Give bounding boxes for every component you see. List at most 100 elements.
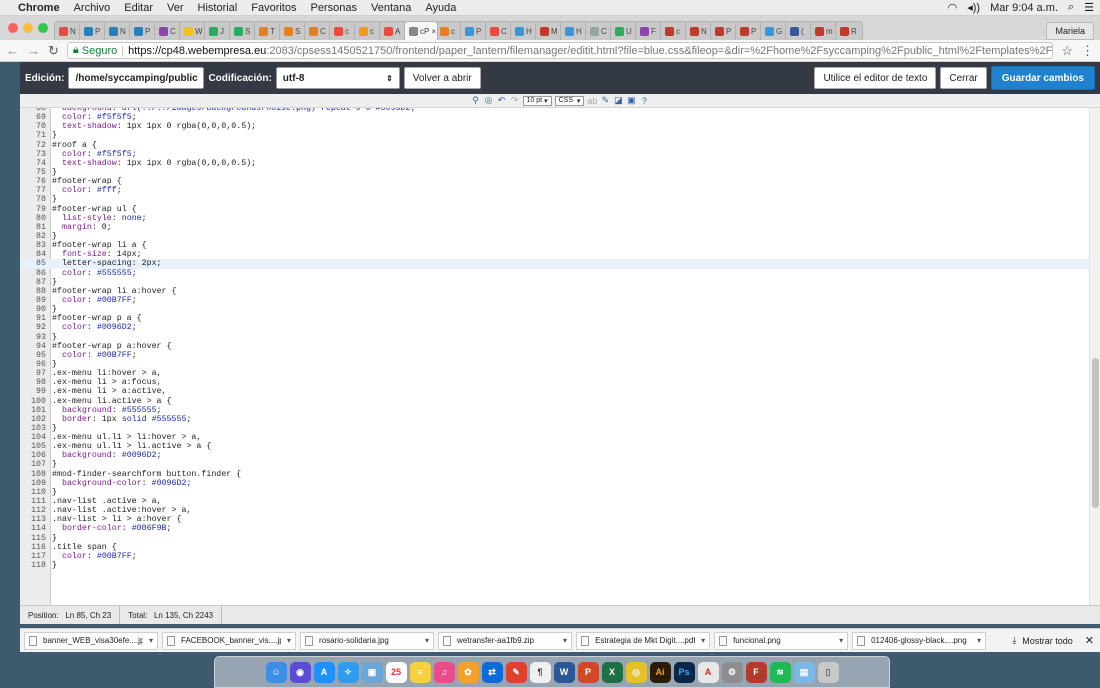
browser-tab[interactable]: N (685, 21, 713, 40)
filezilla-icon[interactable]: F (745, 661, 767, 683)
download-menu-chevron-icon[interactable]: ▾ (149, 636, 153, 645)
download-item[interactable]: rosario-solidaria.jpg ▾ (300, 631, 435, 650)
menu-item-ver[interactable]: Ver (167, 2, 184, 14)
download-menu-chevron-icon[interactable]: ▾ (563, 636, 567, 645)
browser-tab[interactable]: C (304, 21, 332, 40)
browser-tab[interactable]: cP × (404, 21, 438, 40)
browser-tab[interactable]: c (329, 21, 357, 40)
photos-icon[interactable]: ✿ (457, 661, 479, 683)
paint-icon[interactable]: ✎ (505, 661, 527, 683)
address-bar[interactable]: 🔒︎ Seguro | https://cp48.webempresa.eu :… (66, 42, 1054, 59)
scroll-thumb[interactable] (1092, 358, 1099, 508)
highlight-icon[interactable]: ab (587, 96, 597, 106)
minimize-window-button[interactable] (23, 23, 33, 33)
help-icon[interactable]: ? (639, 96, 649, 106)
browser-tab[interactable]: N (54, 21, 82, 40)
find-icon[interactable]: ⚲ (471, 95, 481, 106)
browser-tab[interactable]: A (379, 21, 407, 40)
download-item[interactable]: Estrategia de Mkt Digit....pdf ▾ (576, 631, 711, 650)
menu-item-editar[interactable]: Editar (124, 2, 153, 14)
teamviewer-icon[interactable]: ⇄ (481, 661, 503, 683)
menu-item-historial[interactable]: Historial (198, 2, 238, 14)
save-changes-button[interactable]: Guardar cambios (990, 66, 1095, 90)
download-item[interactable]: 012406-glossy-black....png ▾ (852, 631, 987, 650)
browser-tab[interactable]: c (435, 21, 463, 40)
excel-icon[interactable]: X (601, 661, 623, 683)
back-arrow-icon[interactable]: ← (6, 43, 19, 58)
browser-tab[interactable]: N (104, 21, 132, 40)
browser-tab[interactable]: P (710, 21, 738, 40)
browser-tab[interactable]: c (660, 21, 688, 40)
download-menu-chevron-icon[interactable]: ▾ (287, 636, 291, 645)
finder-icon[interactable]: ☺ (265, 661, 287, 683)
browser-tab[interactable]: J (204, 21, 232, 40)
download-menu-chevron-icon[interactable]: ▾ (425, 636, 429, 645)
font-size-select[interactable]: 10 pt ▾ (522, 95, 552, 106)
download-item[interactable]: banner_WEB_visa30efe....jpg ▾ (24, 631, 159, 650)
browser-tab[interactable]: U (610, 21, 638, 40)
download-menu-chevron-icon[interactable]: ▾ (977, 636, 981, 645)
chrome-menu-icon[interactable]: ⋮ (1081, 43, 1094, 59)
encoding-select[interactable]: utf-8 ⇕ (275, 67, 400, 89)
browser-tab[interactable]: C (585, 21, 613, 40)
redo-icon[interactable]: ↷ (510, 95, 520, 106)
siri-icon[interactable]: ◉ (289, 661, 311, 683)
goto-icon[interactable]: ◎ (484, 95, 494, 106)
browser-tab[interactable]: H (560, 21, 588, 40)
browser-tab[interactable]: H (510, 21, 538, 40)
acrobat-icon[interactable]: A (697, 661, 719, 683)
browser-tab[interactable]: P (79, 21, 107, 40)
syntax-select[interactable]: CSS ▾ (554, 95, 585, 106)
trash-icon[interactable]: ▯ (817, 661, 839, 683)
browser-tab[interactable]: F (635, 21, 663, 40)
browser-tab[interactable]: S (279, 21, 307, 40)
itunes-icon[interactable]: ♫ (433, 661, 455, 683)
browser-tab[interactable]: S (229, 21, 257, 40)
browser-tab[interactable]: P (460, 21, 488, 40)
reload-icon[interactable]: ↻ (48, 43, 59, 59)
reset-icon[interactable]: ◪ (613, 95, 623, 106)
folder-icon[interactable]: ▤ (793, 661, 815, 683)
menu-list-icon[interactable]: ☰ (1084, 1, 1094, 14)
text-editor-button[interactable]: Utilice el editor de texto (814, 67, 937, 89)
menu-item-archivo[interactable]: Archivo (74, 2, 111, 14)
close-shelf-icon[interactable]: ✕ (1085, 634, 1094, 647)
browser-tab[interactable]: P (735, 21, 763, 40)
chrome-icon[interactable]: ◎ (625, 661, 647, 683)
browser-tab[interactable]: G (760, 21, 788, 40)
spotify-icon[interactable]: ≋ (769, 661, 791, 683)
browser-tab[interactable]: C (485, 21, 513, 40)
safari-icon[interactable]: ✧ (337, 661, 359, 683)
vertical-scrollbar[interactable] (1089, 108, 1100, 605)
browser-tab[interactable]: W (179, 21, 207, 40)
menu-item-favoritos[interactable]: Favoritos (251, 2, 296, 14)
undo-icon[interactable]: ↶ (497, 95, 507, 106)
menu-item-ventana[interactable]: Ventana (371, 2, 411, 14)
zoom-window-button[interactable] (38, 23, 48, 33)
search-icon[interactable]: ⌕ (1068, 1, 1074, 14)
bookmark-star-icon[interactable]: ☆ (1061, 43, 1073, 59)
fullscreen-icon[interactable]: ▣ (626, 95, 636, 106)
code-area[interactable]: 68 background: url(../../images/backgrou… (20, 108, 1100, 605)
notes-icon[interactable]: ≡ (409, 661, 431, 683)
browser-tab[interactable]: ( (785, 21, 813, 40)
browser-tab[interactable]: M (535, 21, 563, 40)
download-item[interactable]: wetransfer-aa1fb9.zip ▾ (438, 631, 573, 650)
calendar-icon[interactable]: 25 (385, 661, 407, 683)
tab-close-icon[interactable]: × (431, 27, 436, 36)
browser-tab[interactable]: c (354, 21, 382, 40)
menu-item-chrome[interactable]: Chrome (18, 2, 60, 14)
preview-icon[interactable]: ▣ (361, 661, 383, 683)
browser-tab[interactable]: C (154, 21, 182, 40)
powerpoint-icon[interactable]: P (577, 661, 599, 683)
profile-button[interactable]: Mariela (1046, 22, 1094, 40)
browser-tab[interactable]: m (810, 21, 838, 40)
textedit-icon[interactable]: ¶ (529, 661, 551, 683)
appstore-icon[interactable]: A (313, 661, 335, 683)
forward-arrow-icon[interactable]: → (27, 43, 40, 58)
download-menu-chevron-icon[interactable]: ▾ (839, 636, 843, 645)
menu-item-personas[interactable]: Personas (311, 2, 357, 14)
photoshop-icon[interactable]: Ps (673, 661, 695, 683)
close-button[interactable]: Cerrar (940, 67, 987, 89)
show-all-downloads[interactable]: ⤓ Mostrar todo (1004, 635, 1081, 646)
